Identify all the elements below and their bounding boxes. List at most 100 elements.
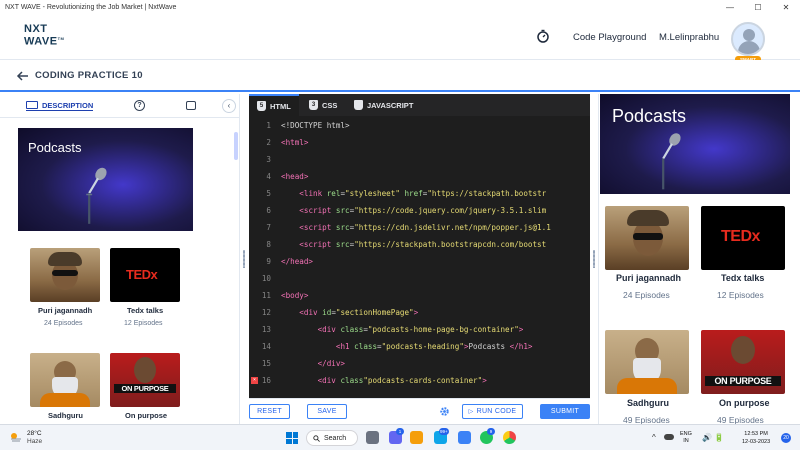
code-line[interactable]: 13 <div class="podcasts-home-page-bg-con… [249, 322, 590, 339]
podcasts-banner: Podcasts [18, 128, 193, 231]
line-number: 4 [266, 172, 271, 181]
code-line[interactable]: 6 <script src="https://code.jquery.com/j… [249, 203, 590, 220]
code-line[interactable]: 1 <!DOCTYPE html> [249, 118, 590, 135]
tab-description-label: DESCRIPTION [42, 101, 94, 110]
js-icon [354, 100, 363, 110]
code-line[interactable]: 4 <head> [249, 169, 590, 186]
notification-badge[interactable]: 20 [781, 433, 791, 443]
code-line[interactable]: 12 <div id="sectionHomePage"> [249, 305, 590, 322]
code-playground-link[interactable]: Code Playground [573, 32, 646, 43]
tab-css-label: CSS [322, 100, 338, 110]
line-number: 12 [261, 308, 271, 317]
weather-haze-icon[interactable] [10, 432, 22, 442]
code-text: <script src="https://cdn.jsdelivr.net/np… [299, 223, 551, 232]
run-code-button[interactable]: ▷ RUN CODE [462, 404, 523, 419]
line-number: 7 [266, 223, 271, 232]
code-line[interactable]: 9 </head> [249, 254, 590, 271]
help-icon[interactable]: ? [134, 100, 145, 111]
app-header: NXT WAVETM Code Playground M.Lelinprabhu… [0, 14, 800, 63]
play-icon: ▷ [468, 409, 474, 415]
code-line[interactable]: 11 <body> [249, 288, 590, 305]
resize-handle-right[interactable] [593, 250, 595, 268]
code-line[interactable]: 15 </div> [249, 356, 590, 373]
code-line[interactable]: × 16 <div class"podcasts-cards-container"… [249, 373, 590, 390]
line-number: 2 [266, 138, 271, 147]
sadhguru-robe [617, 378, 677, 394]
minimize-button[interactable]: — [716, 0, 744, 14]
maximize-button[interactable]: ☐ [744, 0, 772, 14]
card-episodes: 24 Episodes [44, 320, 83, 327]
tab-css[interactable]: 3 CSS [301, 94, 345, 116]
puri-turban [627, 210, 669, 226]
file-explorer-icon[interactable] [410, 431, 423, 444]
left-tabs: DESCRIPTION ? ‹ [0, 94, 239, 118]
line-number: 15 [261, 359, 271, 368]
code-line[interactable]: 10 [249, 271, 590, 288]
arrow-left-icon[interactable] [16, 69, 30, 83]
clock[interactable]: 12:53 PM 12-03-2023 [742, 430, 770, 446]
editor-tabs: 5 HTML 3 CSS JAVASCRIPT [249, 94, 590, 116]
comment-icon[interactable] [186, 101, 196, 110]
code-line[interactable]: 7 <script src="https://cdn.jsdelivr.net/… [249, 220, 590, 237]
onedrive-icon[interactable] [664, 434, 674, 440]
code-text: <html> [281, 138, 309, 147]
close-window-button[interactable]: ✕ [772, 0, 800, 14]
tab-javascript-label: JAVASCRIPT [367, 100, 414, 110]
tab-html[interactable]: 5 HTML [249, 94, 299, 116]
code-text: <div class"podcasts-cards-container"> [317, 376, 487, 385]
onpurpose-face [134, 357, 156, 383]
line-number: 11 [261, 291, 271, 300]
reset-button[interactable]: RESET [249, 404, 290, 419]
avatar-body [738, 41, 760, 54]
card-name: Puri jagannadh [38, 306, 93, 315]
card-name: On purpose [719, 398, 770, 408]
username-label[interactable]: M.Lelinprabhu [659, 32, 719, 43]
logo-bottom: WAVE [24, 35, 58, 48]
chevron-up-icon[interactable]: ^ [652, 433, 656, 442]
sadhguru-thumbnail [30, 353, 100, 407]
line-number: 1 [266, 121, 271, 130]
gear-icon[interactable] [439, 406, 450, 417]
card-episodes: 49 Episodes [717, 415, 764, 424]
avatar[interactable] [731, 22, 765, 56]
chrome-icon[interactable] [503, 431, 516, 444]
tedx-logo: TEDx [126, 267, 158, 282]
banner-title: Podcasts [28, 140, 82, 155]
nxtwave-logo[interactable]: NXT WAVETM [24, 24, 65, 48]
tab-javascript[interactable]: JAVASCRIPT [346, 94, 421, 116]
html5-icon: 5 [257, 101, 266, 111]
task-view-icon[interactable] [366, 431, 379, 444]
tab-description[interactable]: DESCRIPTION [26, 101, 94, 111]
code-text: <!DOCTYPE html> [281, 121, 350, 130]
card-episodes: 12 Episodes [124, 320, 163, 327]
windows-start-icon[interactable] [286, 432, 298, 444]
windows-taskbar: 28°C Haze Search 1 99+ 9 ^ ENG IN 🔊🔋 12:… [0, 424, 800, 450]
card-episodes: 12 Episodes [717, 290, 764, 300]
resize-handle-left[interactable] [243, 250, 245, 268]
stopwatch-icon[interactable] [536, 29, 550, 43]
card-episodes: 24 Episodes [623, 290, 670, 300]
css3-icon: 3 [309, 100, 318, 110]
logo-tm: TM [57, 36, 65, 41]
taskbar-search[interactable]: Search [306, 430, 358, 446]
tedx-thumbnail: TEDx [110, 248, 180, 302]
code-editor[interactable]: 5 HTML 3 CSS JAVASCRIPT 1 <!DOCTYPE html>… [249, 94, 590, 398]
store-icon[interactable] [458, 431, 471, 444]
line-number: 16 [261, 376, 271, 385]
save-button[interactable]: SAVE [307, 404, 347, 419]
collapse-panel-button[interactable]: ‹ [222, 99, 236, 113]
scrollbar-thumb[interactable] [234, 132, 238, 160]
line-number: 10 [261, 274, 271, 283]
code-text: <head> [281, 172, 309, 181]
code-line[interactable]: 14 <h1 class="podcasts-heading">Podcasts… [249, 339, 590, 356]
code-text: <script src="https://stackpath.bootstrap… [299, 240, 547, 249]
submit-button[interactable]: SUBMIT [540, 404, 590, 419]
code-line[interactable]: 2 <html> [249, 135, 590, 152]
onpurpose-logo: ON PURPOSE [114, 384, 176, 393]
microphone-icon [86, 167, 107, 224]
code-line[interactable]: 3 [249, 152, 590, 169]
language-indicator[interactable]: ENG IN [680, 431, 692, 445]
code-line[interactable]: 5 <link rel="stylesheet" href="https://s… [249, 186, 590, 203]
code-line[interactable]: 8 <script src="https://stackpath.bootstr… [249, 237, 590, 254]
volume-battery-icons[interactable]: 🔊🔋 [702, 433, 726, 442]
